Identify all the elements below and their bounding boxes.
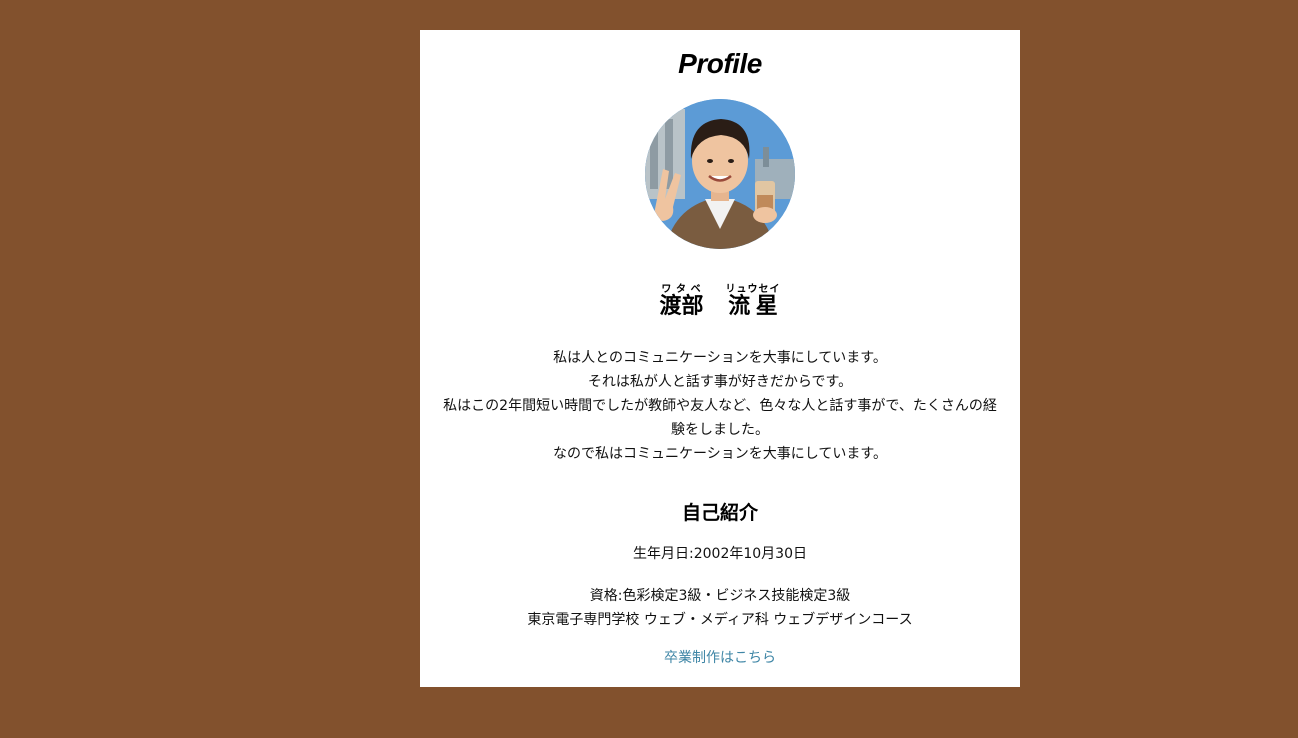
graduation-link-wrapper: 卒業制作はこちら	[420, 648, 1020, 668]
intro-line: 私はこの2年間短い時間でしたが教師や友人など、色々な人と話す事がで、たくさんの経…	[443, 398, 997, 438]
qualifications-text: 資格:色彩検定3級・ビジネス技能検定3級	[589, 588, 851, 604]
self-intro-heading: 自己紹介	[681, 502, 758, 524]
intro-line: 私は人とのコミュニケーションを大事にしています。	[553, 350, 887, 366]
intro-line: なので私はコミュニケーションを大事にしています。	[553, 446, 887, 462]
qualifications-block: 資格:色彩検定3級・ビジネス技能検定3級 東京電子専門学校 ウェブ・メディア科 …	[420, 584, 1020, 632]
school-text: 東京電子専門学校 ウェブ・メディア科 ウェブデザインコース	[527, 612, 913, 628]
birthday-text: 生年月日:2002年10月30日	[633, 546, 807, 562]
family-name: 渡部ワタベ	[659, 284, 704, 319]
given-name: 流星リュウセイ	[725, 284, 781, 319]
profile-card: Profile 渡部ワタベ流星リュウセイ 私は人とのコミュニケーションを大事にし…	[420, 30, 1020, 687]
profile-name: 渡部ワタベ流星リュウセイ	[420, 284, 1020, 320]
profile-avatar	[645, 99, 795, 249]
given-name-ruby: リュウセイ	[725, 284, 781, 295]
intro-text: 私は人とのコミュニケーションを大事にしています。 それは私が人と話す事が好きだか…	[440, 346, 1000, 466]
avatar-photo-icon	[645, 99, 795, 249]
graduation-work-link[interactable]: 卒業制作はこちら	[664, 650, 776, 666]
intro-line: それは私が人と話す事が好きだからです。	[587, 374, 853, 390]
family-name-ruby: ワタベ	[659, 284, 704, 295]
profile-heading: Profile	[678, 48, 762, 79]
name-text: 渡部ワタベ流星リュウセイ	[659, 284, 780, 320]
